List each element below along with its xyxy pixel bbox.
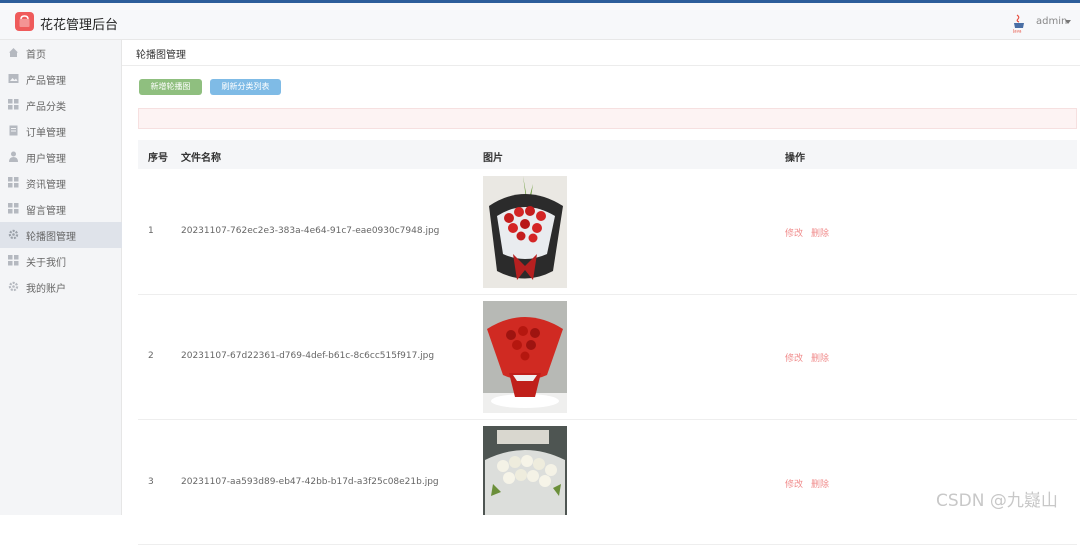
sidebar-item-orders[interactable]: 订单管理	[0, 118, 122, 144]
sidebar-item-label: 首页	[26, 50, 46, 61]
sidebar-item-account[interactable]: 我的账户	[0, 274, 122, 300]
gear-icon	[8, 229, 19, 240]
row-filename: 20231107-762ec2e3-383a-4e64-91c7-eae0930…	[181, 226, 440, 236]
edit-link[interactable]: 修改	[785, 226, 803, 239]
row-filename: 20231107-67d22361-d769-4def-b61c-8c6cc51…	[181, 351, 435, 361]
grid-icon	[8, 99, 19, 110]
sidebar-item-label: 轮播图管理	[26, 232, 76, 243]
sidebar-item-news[interactable]: 资讯管理	[0, 170, 122, 196]
user-menu[interactable]: admin	[1036, 16, 1067, 27]
grid-icon	[8, 255, 19, 266]
table-row: 3 20231107-aa593d89-eb47-42bb-b17d-a3f25…	[138, 420, 1077, 545]
delete-link[interactable]: 删除	[811, 226, 829, 239]
user-icon	[9, 151, 18, 162]
column-header-filename: 文件名称	[181, 153, 221, 164]
banner-thumbnail[interactable]	[483, 426, 567, 515]
app-title: 花花管理后台	[40, 18, 119, 33]
grid-icon	[8, 203, 19, 214]
svg-text:Java: Java	[1012, 29, 1022, 34]
column-header-image: 图片	[483, 153, 503, 164]
sidebar-item-label: 产品管理	[26, 76, 66, 87]
delete-link[interactable]: 删除	[811, 351, 829, 364]
table-header: 序号 文件名称 图片 操作	[138, 140, 1077, 169]
caret-down-icon[interactable]	[1065, 20, 1071, 24]
alert-message-bar	[138, 108, 1077, 129]
sidebar-item-label: 订单管理	[26, 128, 66, 139]
banner-thumbnail[interactable]	[483, 301, 567, 413]
table-row: 1 20231107-762ec2e3-383a-4e64-91c7-eae09…	[138, 170, 1077, 295]
row-filename: 20231107-aa593d89-eb47-42bb-b17d-a3f25c0…	[181, 477, 439, 487]
column-header-actions: 操作	[785, 153, 805, 164]
sidebar-item-label: 我的账户	[26, 284, 66, 295]
sidebar-item-categories[interactable]: 产品分类	[0, 92, 122, 118]
home-icon	[9, 48, 18, 57]
shopping-bag-logo-icon[interactable]	[15, 12, 34, 31]
app-header: 花花管理后台 Java admin	[0, 3, 1080, 40]
gear-icon	[8, 281, 19, 292]
sidebar-item-label: 资讯管理	[26, 180, 66, 191]
grid-icon	[8, 177, 19, 188]
row-index: 3	[148, 477, 154, 487]
sidebar: 首页 产品管理 产品分类 订单管理 用户管理 资讯管理 留言管理 轮播图管理 关…	[0, 40, 122, 515]
column-header-index: 序号	[148, 153, 168, 164]
document-icon	[9, 125, 18, 136]
watermark: CSDN @九嶷山	[936, 491, 1058, 511]
image-icon	[8, 74, 19, 83]
breadcrumb: 轮播图管理	[122, 40, 1080, 66]
sidebar-item-messages[interactable]: 留言管理	[0, 196, 122, 222]
banner-thumbnail[interactable]	[483, 176, 567, 288]
add-banner-button[interactable]: 新增轮播图	[139, 79, 202, 95]
delete-link[interactable]: 删除	[811, 477, 829, 490]
sidebar-item-about[interactable]: 关于我们	[0, 248, 122, 274]
row-index: 1	[148, 226, 154, 236]
sidebar-item-banners[interactable]: 轮播图管理	[0, 222, 122, 248]
edit-link[interactable]: 修改	[785, 351, 803, 364]
refresh-list-button[interactable]: 刷新分类列表	[210, 79, 281, 95]
row-index: 2	[148, 351, 154, 361]
java-avatar-icon[interactable]: Java	[1012, 13, 1026, 33]
sidebar-item-label: 产品分类	[26, 102, 66, 113]
sidebar-item-label: 留言管理	[26, 206, 66, 217]
sidebar-item-products[interactable]: 产品管理	[0, 66, 122, 92]
edit-link[interactable]: 修改	[785, 477, 803, 490]
sidebar-item-label: 关于我们	[26, 258, 66, 269]
sidebar-item-label: 用户管理	[26, 154, 66, 165]
sidebar-item-home[interactable]: 首页	[0, 40, 122, 66]
sidebar-item-users[interactable]: 用户管理	[0, 144, 122, 170]
table-row: 2 20231107-67d22361-d769-4def-b61c-8c6cc…	[138, 295, 1077, 420]
page-title: 轮播图管理	[136, 50, 186, 61]
